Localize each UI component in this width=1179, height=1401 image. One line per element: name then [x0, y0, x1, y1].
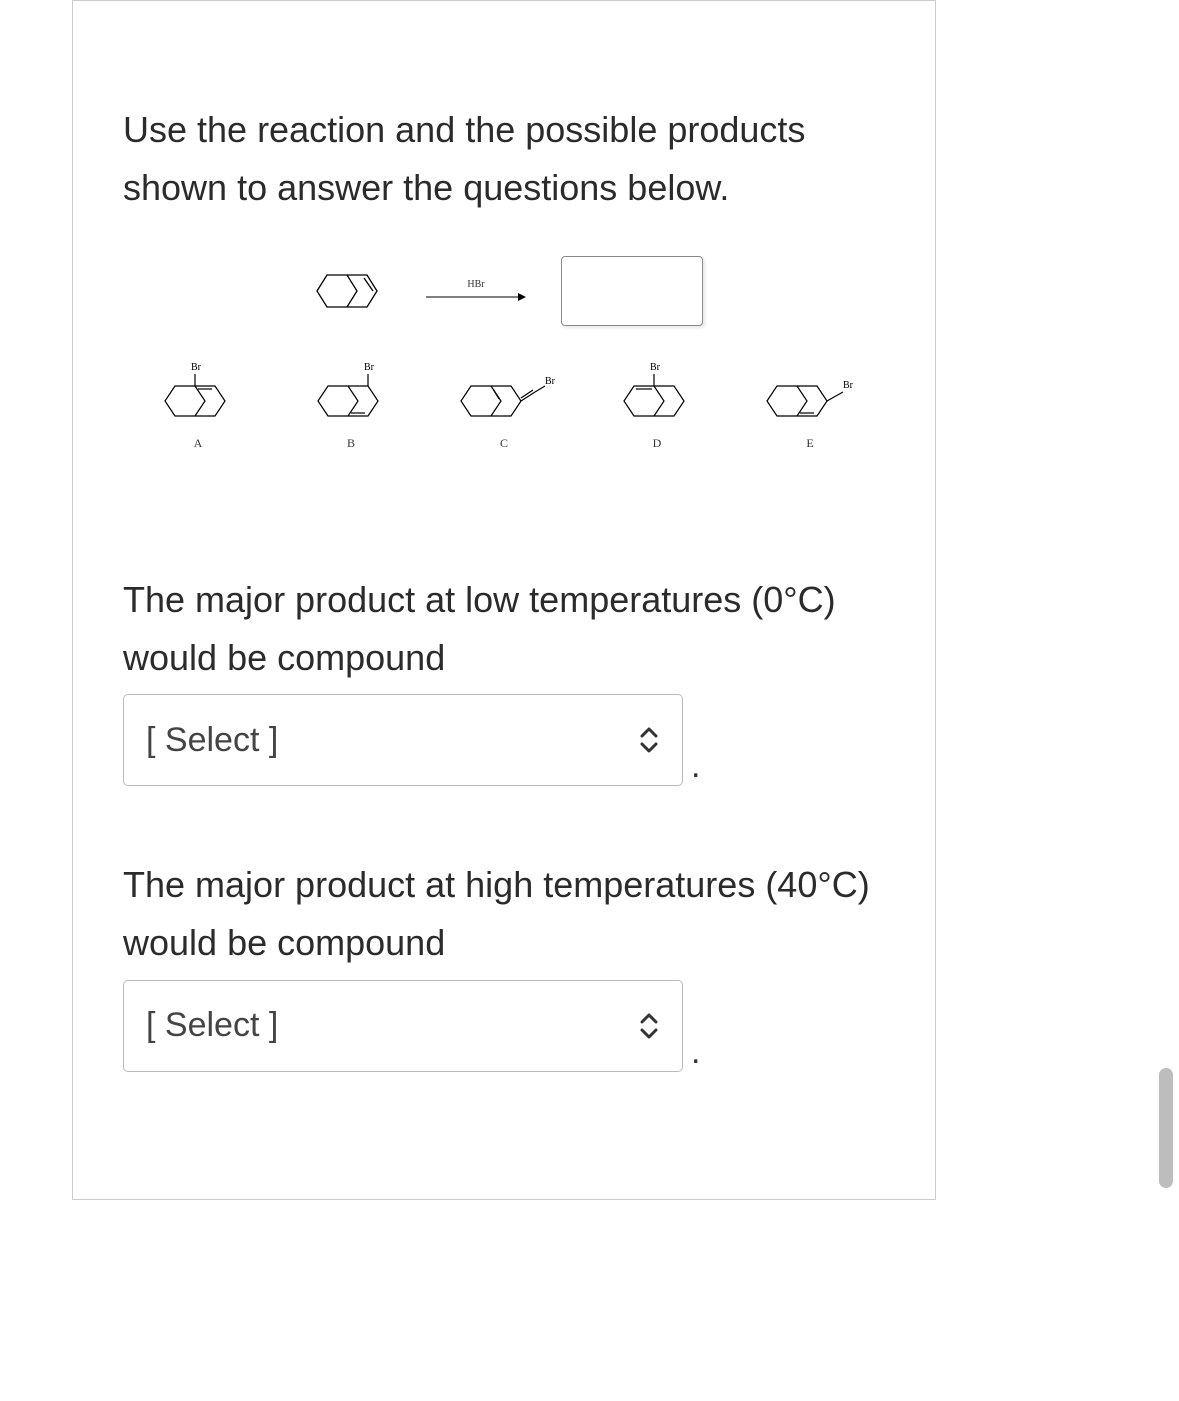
br-label-C: Br — [545, 376, 556, 387]
br-label-E: Br — [843, 380, 854, 391]
question-1-text: The major product at low temperatures (0… — [123, 571, 885, 686]
question-2-period: . — [691, 1033, 700, 1072]
intro-text: Use the reaction and the possible produc… — [123, 101, 885, 216]
question-1-period: . — [691, 747, 700, 786]
question-2-select-value: [ Select ] — [146, 1006, 278, 1045]
product-E: Br E — [735, 356, 885, 451]
br-label-A: Br — [191, 362, 202, 373]
product-B-label: B — [347, 436, 355, 451]
reagent-label: HBr — [467, 279, 484, 290]
product-placeholder-box — [561, 256, 703, 326]
question-2-text: The major product at high temperatures (… — [123, 856, 885, 971]
question-2-select[interactable]: [ Select ] — [123, 980, 683, 1072]
product-C: Br C — [429, 356, 579, 451]
scrollbar-thumb[interactable] — [1159, 1068, 1173, 1188]
question-1-select-value: [ Select ] — [146, 721, 278, 760]
product-E-label: E — [806, 436, 813, 451]
reaction-scheme: HBr — [123, 256, 885, 326]
product-options: Br A Br B — [123, 356, 885, 451]
product-C-label: C — [500, 436, 508, 451]
chevron-up-down-icon — [638, 726, 660, 754]
product-A-label: A — [194, 436, 203, 451]
br-label-D: Br — [650, 362, 661, 373]
reaction-arrow: HBr — [421, 279, 531, 304]
product-D: Br D — [582, 356, 732, 451]
chevron-up-down-icon — [638, 1012, 660, 1040]
question-1-select[interactable]: [ Select ] — [123, 694, 683, 786]
question-card: Use the reaction and the possible produc… — [72, 0, 936, 1200]
product-A: Br A — [123, 356, 273, 451]
product-D-label: D — [653, 436, 662, 451]
product-B: Br B — [276, 356, 426, 451]
starting-material — [305, 266, 391, 316]
br-label-B: Br — [364, 362, 375, 373]
